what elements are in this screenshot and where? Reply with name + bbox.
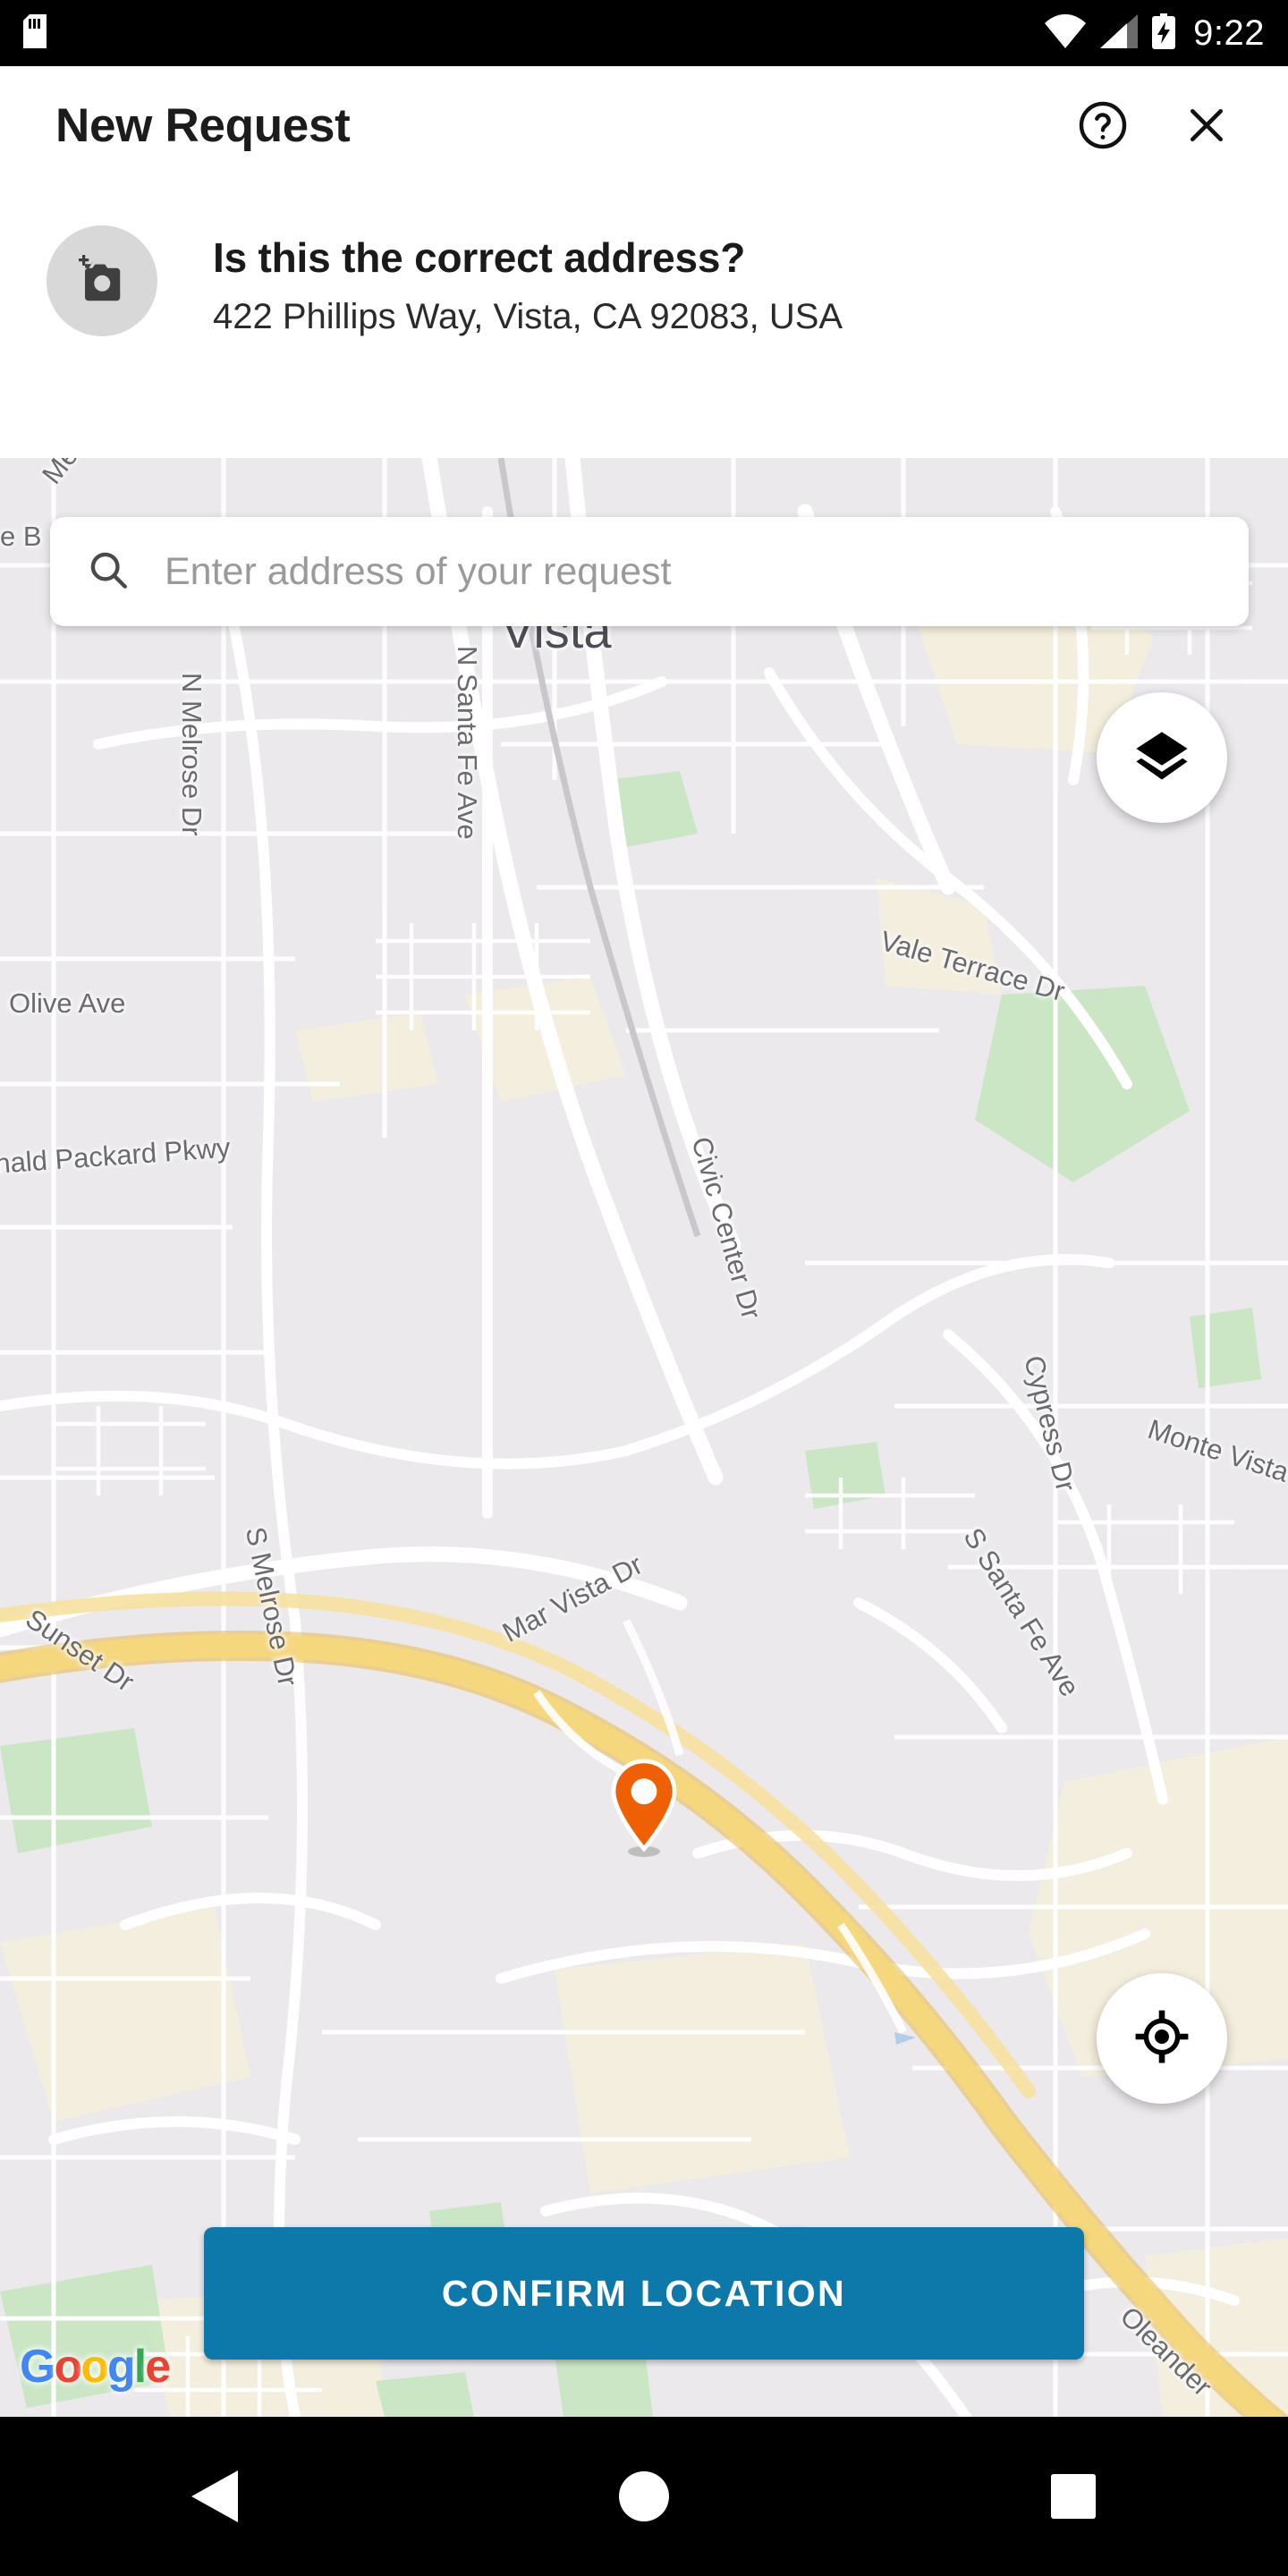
app-bar-actions <box>1072 94 1238 157</box>
status-bar-left <box>23 13 1045 53</box>
google-logo-letter: o <box>54 2341 82 2393</box>
cellular-signal-icon <box>1100 13 1139 53</box>
map-view[interactable]: Vista Mele BE Bobier DrN Melrose DrN San… <box>0 458 1288 2417</box>
wifi-icon <box>1045 13 1087 53</box>
android-navigation-bar <box>0 2417 1288 2576</box>
search-input[interactable]: Enter address of your request <box>131 550 671 594</box>
map-layers-button[interactable] <box>1097 692 1227 823</box>
app-screen: 9:22 New Request Is this the correct add… <box>0 0 1288 2576</box>
layers-icon <box>1132 726 1191 790</box>
map-label-street: e B <box>0 521 42 552</box>
add-photo-camera-icon <box>72 252 131 310</box>
map-label-street: Olive Ave <box>9 987 126 1019</box>
map-label-street: N Santa Fe Ave <box>452 646 483 840</box>
address-question: Is this the correct address? <box>213 234 746 281</box>
recents-square-icon[interactable] <box>1006 2429 1140 2563</box>
app-bar: New Request <box>0 66 1288 184</box>
back-triangle-icon[interactable] <box>148 2429 282 2563</box>
help-circle-icon[interactable] <box>1072 94 1134 157</box>
map-label-street: N Melrose Dr <box>176 673 208 836</box>
status-bar-right: 9:22 <box>1045 13 1265 54</box>
status-bar-clock: 9:22 <box>1193 13 1265 53</box>
avatar[interactable] <box>47 225 157 336</box>
search-bar[interactable]: Enter address of your request <box>50 517 1249 626</box>
confirm-location-button[interactable]: CONFIRM LOCATION <box>204 2227 1084 2360</box>
status-bar: 9:22 <box>0 0 1288 66</box>
address-value: 422 Phillips Way, Vista, CA 92083, USA <box>213 297 843 337</box>
close-icon[interactable] <box>1175 94 1238 157</box>
address-confirmation-card: Is this the correct address? 422 Phillip… <box>0 184 1288 458</box>
battery-charging-icon <box>1152 13 1176 54</box>
search-icon <box>86 547 131 597</box>
google-attribution: Google <box>20 2340 171 2394</box>
location-pin-marker[interactable] <box>608 1758 680 1857</box>
google-logo-letter: e <box>145 2341 171 2393</box>
google-logo-letter: l <box>133 2341 148 2393</box>
google-logo-letter: G <box>20 2341 55 2393</box>
google-logo-letter: o <box>80 2341 109 2393</box>
sd-card-icon <box>23 13 47 53</box>
page-title: New Request <box>55 98 351 152</box>
google-logo-letter: g <box>106 2341 136 2393</box>
address-text-block: Is this the correct address? 422 Phillip… <box>157 225 843 340</box>
my-location-crosshair-icon <box>1132 2007 1191 2071</box>
my-location-button[interactable] <box>1097 1973 1227 2104</box>
home-circle-icon[interactable] <box>577 2429 711 2563</box>
